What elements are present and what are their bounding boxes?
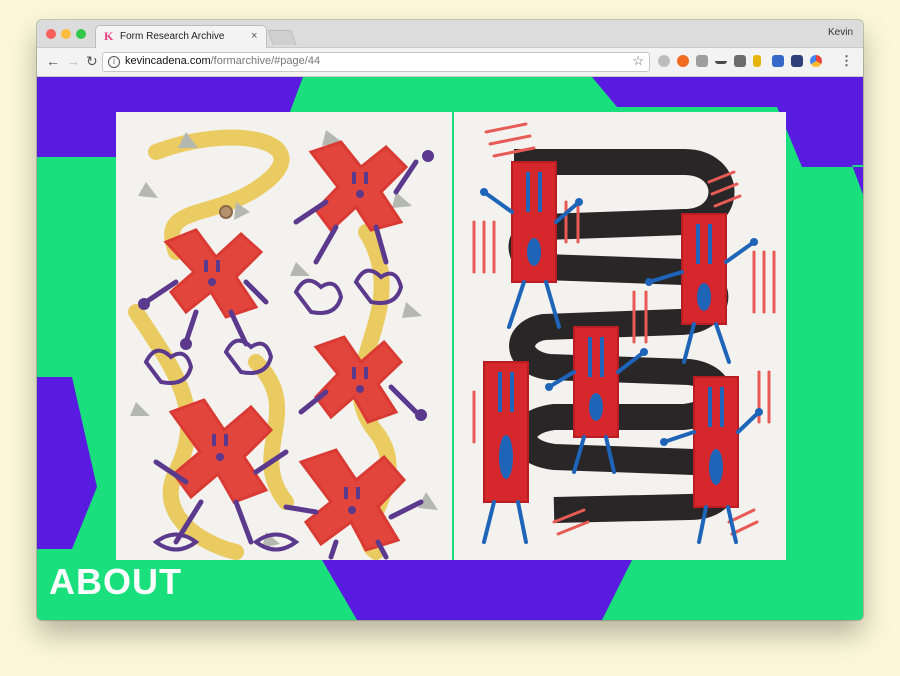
info-ext-icon[interactable] xyxy=(772,55,784,67)
reload-icon[interactable]: ↻ xyxy=(86,53,98,70)
url-text[interactable]: kevincadena.com/formarchive/#page/44 xyxy=(125,55,320,67)
sketchbook-spread xyxy=(116,112,786,560)
url-path: /formarchive/#page/44 xyxy=(210,55,321,67)
url-domain: kevincadena.com xyxy=(125,55,211,67)
close-window-button[interactable] xyxy=(46,29,56,39)
profile-name[interactable]: Kevin xyxy=(828,27,853,38)
menu-icon[interactable]: ⋮ xyxy=(840,53,853,69)
close-icon[interactable]: × xyxy=(251,30,257,42)
page-content: ABOUT xyxy=(37,77,863,620)
k-logo-icon: K xyxy=(104,29,114,43)
about-link[interactable]: ABOUT xyxy=(49,561,182,603)
browser-window: K Form Research Archive × Kevin ← → ↻ i … xyxy=(37,20,863,620)
wave-icon[interactable] xyxy=(715,55,727,64)
zoom-window-button[interactable] xyxy=(76,29,86,39)
orange-circle-icon[interactable] xyxy=(677,55,689,67)
bookmark-star-icon[interactable]: ☆ xyxy=(632,53,644,69)
evernote-icon[interactable] xyxy=(734,55,746,67)
forward-arrow-icon[interactable]: → xyxy=(66,53,80,69)
grid-icon[interactable] xyxy=(696,55,708,67)
tab-title: Form Research Archive xyxy=(120,31,225,42)
left-page-painting xyxy=(116,112,452,560)
info-icon[interactable]: i xyxy=(108,56,120,68)
tab-bar: K Form Research Archive × Kevin xyxy=(37,20,863,48)
new-tab-button[interactable] xyxy=(267,30,297,45)
cloud-icon[interactable] xyxy=(658,55,670,67)
right-page-painting xyxy=(454,112,786,560)
chrome-icon[interactable] xyxy=(810,55,822,67)
library-icon[interactable] xyxy=(791,55,803,67)
toolbar: ← → ↻ i kevincadena.com/formarchive/#pag… xyxy=(37,48,863,77)
back-arrow-icon[interactable]: ← xyxy=(46,53,60,69)
bookmark-icon[interactable] xyxy=(753,55,761,67)
minimize-window-button[interactable] xyxy=(61,29,71,39)
address-bar[interactable]: i kevincadena.com/formarchive/#page/44 ☆ xyxy=(102,52,650,72)
tab-form-research-archive[interactable]: K Form Research Archive × xyxy=(95,25,267,48)
